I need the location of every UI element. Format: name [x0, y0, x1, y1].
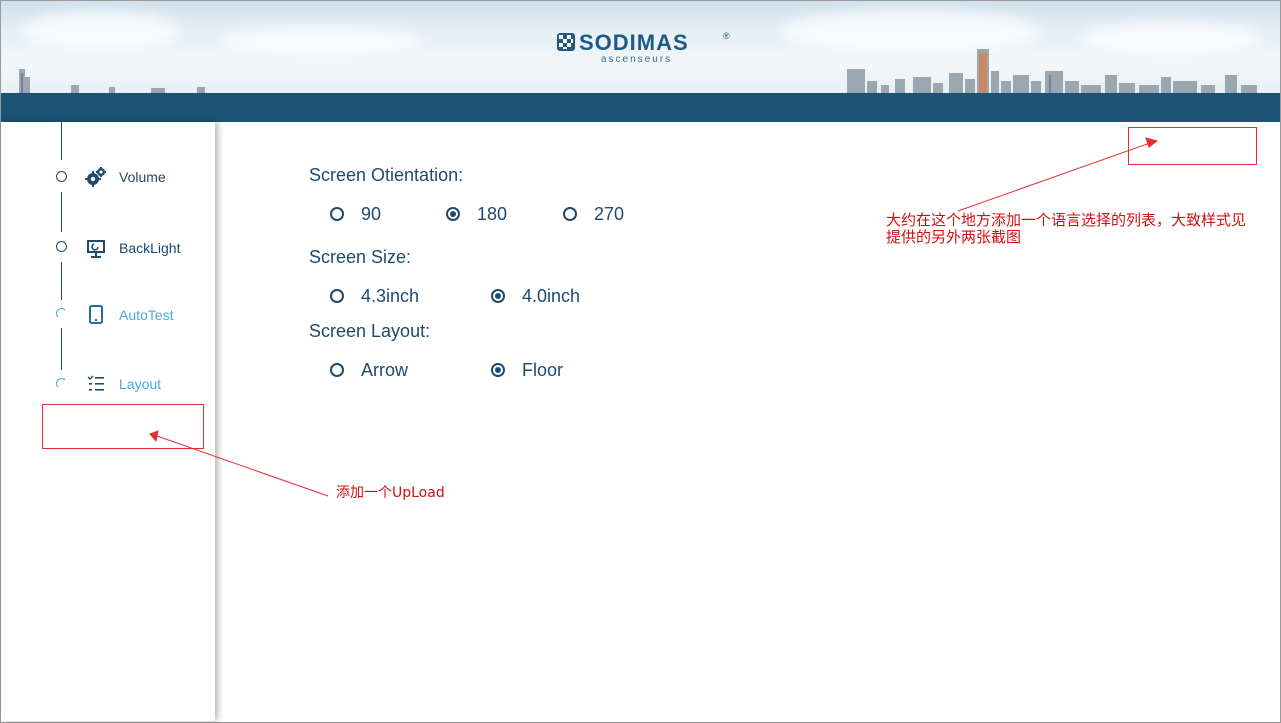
size-radio-4-3inch[interactable]: 4.3inch [330, 285, 419, 307]
step-node-volume [56, 171, 67, 182]
layout-radio-floor[interactable]: Floor [491, 359, 563, 381]
radio-circle[interactable] [330, 289, 344, 303]
sidebar-item-volume[interactable]: Volume [84, 164, 166, 190]
step-node-autotest [56, 308, 67, 319]
timeline-line [61, 122, 62, 160]
radio-circle[interactable] [330, 207, 344, 221]
annotation-note-language: 大约在这个地方添加一个语言选择的列表，大致样式见 提供的另外两张截图 [886, 212, 1246, 246]
annotation-note-upload: 添加一个UpLoad [336, 485, 445, 501]
monitor-icon [84, 236, 108, 260]
radio-circle[interactable] [446, 207, 460, 221]
sidebar-item-label: AutoTest [119, 307, 174, 323]
header-band [1, 93, 1280, 122]
step-node-backlight [56, 241, 67, 252]
radio-label: 4.3inch [361, 285, 420, 306]
annotation-box-upload [42, 404, 204, 449]
radio-circle[interactable] [491, 363, 505, 377]
radio-circle[interactable] [330, 363, 344, 377]
sidebar-item-label: Volume [119, 169, 166, 185]
sidebar-item-autotest[interactable]: AutoTest [84, 302, 173, 328]
orientation-radio-90[interactable]: 90 [330, 203, 381, 225]
orientation-radio-270[interactable]: 270 [563, 203, 624, 225]
checklist-icon [84, 372, 108, 396]
radio-circle[interactable] [563, 207, 577, 221]
timeline-line [61, 328, 62, 370]
sidebar-item-backlight[interactable]: BackLight [84, 235, 180, 261]
radio-label: 180 [477, 203, 508, 224]
annotation-note-line: 提供的另外两张截图 [886, 228, 1022, 246]
screen-layout-label: Screen Layout: [309, 321, 431, 341]
timeline-line [61, 192, 62, 232]
brand-registered-mark: ® [723, 31, 730, 41]
timeline-line [61, 262, 62, 300]
screen-size-label: Screen Size: [309, 247, 412, 267]
brand-name: SODIMAS [579, 30, 689, 55]
checker-logo-icon [557, 33, 575, 51]
annotation-note-line: 大约在这个地方添加一个语言选择的列表，大致样式见 [886, 211, 1247, 229]
radio-label: 4.0inch [522, 285, 581, 306]
size-radio-4-0inch[interactable]: 4.0inch [491, 285, 580, 307]
tablet-icon [84, 303, 108, 327]
layout-radio-arrow[interactable]: Arrow [330, 359, 408, 381]
orientation-radio-180[interactable]: 180 [446, 203, 507, 225]
header-banner: SODIMAS ® ascenseurs [1, 1, 1280, 93]
brand-tagline: ascenseurs [601, 54, 673, 65]
radio-label: Arrow [361, 359, 409, 380]
gears-icon [84, 165, 108, 189]
sidebar-item-label: BackLight [119, 240, 181, 256]
radio-label: 90 [361, 203, 382, 224]
radio-label: 270 [594, 203, 625, 224]
step-node-layout [56, 378, 67, 389]
sodimas-logo: SODIMAS ® ascenseurs [557, 30, 737, 67]
sidebar-item-label: Layout [119, 376, 162, 392]
orientation-label: Screen Otientation: [309, 165, 464, 185]
sidebar-item-layout[interactable]: Layout [84, 371, 161, 397]
radio-circle[interactable] [491, 289, 505, 303]
radio-label: Floor [522, 359, 564, 380]
